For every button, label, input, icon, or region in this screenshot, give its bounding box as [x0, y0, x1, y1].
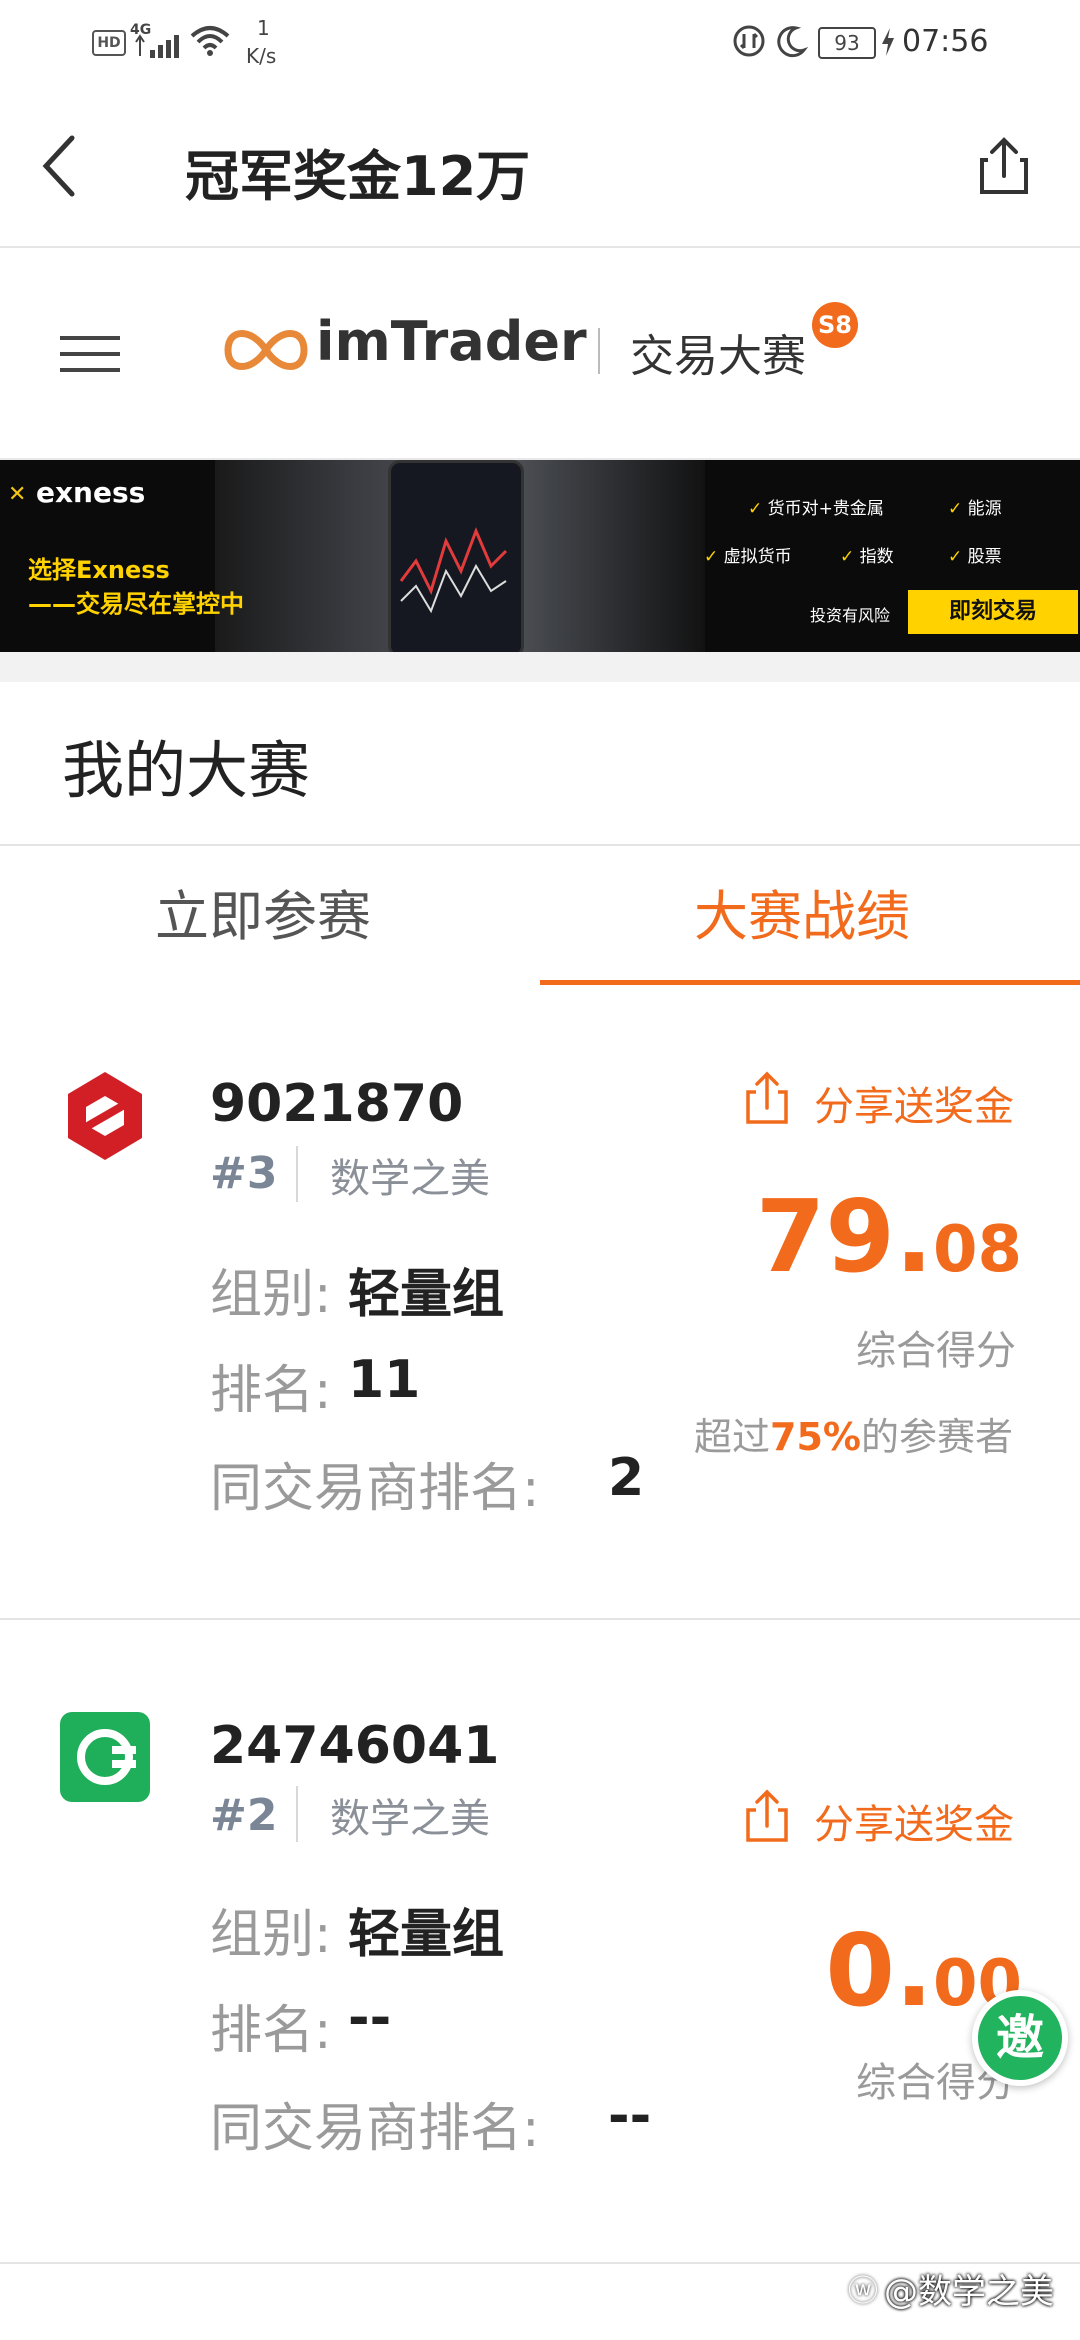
battery-icon: 93	[818, 27, 876, 59]
share-icon	[746, 1789, 788, 1842]
signal-icon	[132, 32, 182, 64]
account-number: 24746041	[210, 1716, 500, 1776]
score-label: 综合得分	[856, 1328, 1016, 1374]
user-name: 数学之美	[330, 1796, 490, 1842]
ad-banner[interactable]: ✕ exness 选择Exness ——交易尽在掌控中 ✓ 货币对+贵金属 ✓ …	[0, 460, 1080, 652]
check-icon: ✓	[948, 499, 968, 519]
data-saver-icon	[732, 24, 766, 62]
season-badge: S8	[812, 302, 858, 348]
page-title: 冠军奖金12万	[185, 145, 531, 208]
share-bonus-button[interactable]: 分享送奖金	[742, 1064, 1022, 1134]
rank-badge: #2	[210, 1790, 278, 1841]
share-icon	[746, 1071, 788, 1124]
card-divider	[0, 1618, 1080, 1620]
menu-button[interactable]	[58, 332, 122, 376]
speed-unit: K/s	[246, 44, 277, 68]
check-icon: ✓	[840, 547, 860, 567]
broker-rank-label: 同交易商排名:	[210, 2099, 540, 2159]
brand-logo-text: imTrader	[316, 310, 587, 373]
speed-value: 1	[257, 16, 270, 40]
banner-brand: exness	[36, 476, 146, 509]
score: 79.08	[756, 1178, 1022, 1295]
group-value: 轻量组	[348, 1905, 505, 1965]
wifi-icon	[188, 22, 232, 62]
score-decimal: 08	[932, 1213, 1022, 1287]
tab-active-indicator	[540, 980, 1080, 985]
broker-logo	[60, 1712, 150, 1802]
user-name: 数学之美	[330, 1156, 490, 1202]
rank-value: --	[348, 1988, 392, 2048]
banner-risk: 投资有风险	[810, 606, 891, 625]
banner-feature: ✓ 货币对+贵金属	[748, 499, 884, 519]
broker-rank-value: --	[608, 2086, 652, 2146]
account-number: 9021870	[210, 1074, 464, 1134]
score-integer: 0.	[825, 1912, 933, 2029]
banner-line2: ——交易尽在掌控中	[28, 590, 244, 618]
check-icon: ✓	[748, 499, 768, 519]
app-header: 冠军奖金12万	[0, 86, 1080, 248]
battery-level: 93	[834, 31, 860, 55]
charging-icon	[880, 26, 896, 62]
banner-cta-button[interactable]: 即刻交易	[908, 590, 1078, 634]
invite-fab[interactable]: 邀	[972, 1990, 1068, 2086]
share-bonus-label: 分享送奖金	[814, 1802, 1014, 1848]
tab-results[interactable]: 大赛战绩	[694, 872, 910, 951]
section-title: 我的大赛	[62, 734, 311, 807]
group-value: 轻量组	[348, 1265, 505, 1325]
exness-logo-icon: ✕	[8, 482, 27, 507]
check-icon: ✓	[948, 547, 968, 567]
section-gap	[0, 652, 1080, 682]
broker-rank-label: 同交易商排名:	[210, 1459, 540, 1519]
share-button[interactable]	[972, 130, 1036, 200]
broker-logo	[62, 1068, 148, 1164]
check-icon: ✓	[704, 547, 724, 567]
weibo-icon: ⓦ	[848, 2274, 878, 2309]
banner-feature: ✓ 指数	[840, 547, 894, 567]
moon-icon	[774, 24, 809, 62]
watermark: @数学之美	[884, 2272, 1054, 2312]
share-bonus-button[interactable]: 分享送奖金	[742, 1782, 1022, 1852]
rank-label: 排名:	[210, 2001, 332, 2061]
tab-join-now[interactable]: 立即参赛	[155, 872, 371, 951]
hd-icon: HD	[92, 30, 126, 56]
beat-text: 超过75%的参赛者	[694, 1415, 1013, 1459]
phone-image	[388, 460, 524, 652]
clock: 07:56	[902, 24, 989, 59]
divider	[296, 1146, 298, 1202]
rank-value: 11	[348, 1350, 421, 1410]
rank-badge: #3	[210, 1148, 278, 1199]
invite-label: 邀	[978, 1996, 1062, 2080]
banner-feature: ✓ 股票	[948, 547, 1002, 567]
share-icon	[980, 137, 1028, 194]
infinity-logo-icon	[220, 322, 312, 382]
banner-feature: ✓ 虚拟货币	[704, 547, 792, 567]
banner-feature: ✓ 能源	[948, 499, 1002, 519]
hamburger-icon	[60, 336, 120, 372]
chevron-left-icon	[42, 135, 75, 197]
share-bonus-label: 分享送奖金	[814, 1084, 1014, 1130]
status-bar: HD 4G 1 K/s 93 07:56	[0, 0, 1080, 86]
group-label: 组别:	[210, 1265, 332, 1325]
brand-bar: imTrader 交易大赛 S8	[0, 248, 1080, 460]
group-label: 组别:	[210, 1905, 332, 1965]
divider	[0, 844, 1080, 846]
brand-subtitle: 交易大赛	[630, 331, 806, 382]
rank-label: 排名:	[210, 1361, 332, 1421]
beat-percent: 75%	[770, 1415, 861, 1459]
divider	[296, 1786, 298, 1842]
banner-line1: 选择Exness	[28, 556, 170, 584]
score-integer: 79.	[755, 1178, 933, 1295]
brand-divider	[598, 328, 600, 374]
back-button[interactable]	[30, 126, 90, 206]
broker-rank-value: 2	[608, 1448, 645, 1508]
